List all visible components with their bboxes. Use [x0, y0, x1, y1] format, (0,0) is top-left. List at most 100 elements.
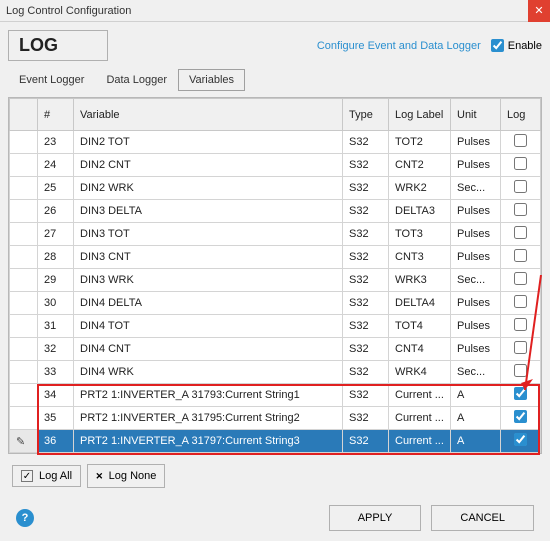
row-log-checkbox[interactable]	[514, 318, 527, 331]
row-unit: Pulses	[451, 292, 501, 315]
row-label: WRK2	[389, 177, 451, 200]
tab-variables[interactable]: Variables	[178, 69, 245, 91]
close-button[interactable]: ✕	[528, 0, 550, 22]
row-type: S32	[343, 200, 389, 223]
row-variable: DIN4 DELTA	[74, 292, 343, 315]
row-log-checkbox[interactable]	[514, 180, 527, 193]
help-button[interactable]: ?	[16, 509, 34, 527]
log-all-label: Log All	[39, 470, 72, 482]
row-unit: Pulses	[451, 154, 501, 177]
table-row[interactable]: 25DIN2 WRKS32WRK2Sec...	[10, 177, 541, 200]
row-marker	[10, 154, 38, 177]
row-number: 25	[38, 177, 74, 200]
cancel-button[interactable]: CANCEL	[431, 505, 534, 531]
row-unit: Pulses	[451, 246, 501, 269]
table-row[interactable]: 26DIN3 DELTAS32DELTA3Pulses	[10, 200, 541, 223]
col-marker	[10, 99, 38, 131]
table-row[interactable]: 24DIN2 CNTS32CNT2Pulses	[10, 154, 541, 177]
row-number: 27	[38, 223, 74, 246]
row-label: WRK4	[389, 361, 451, 384]
col-log[interactable]: Log	[501, 99, 541, 131]
row-log-checkbox[interactable]	[514, 226, 527, 239]
row-type: S32	[343, 361, 389, 384]
enable-checkbox[interactable]	[491, 39, 504, 52]
row-number: 24	[38, 154, 74, 177]
row-label: WRK3	[389, 269, 451, 292]
table-row[interactable]: 35PRT2 1:INVERTER_A 31795:Current String…	[10, 407, 541, 430]
col-number[interactable]: #	[38, 99, 74, 131]
row-variable: DIN2 CNT	[74, 154, 343, 177]
row-label: CNT3	[389, 246, 451, 269]
row-type: S32	[343, 223, 389, 246]
table-row[interactable]: 33DIN4 WRKS32WRK4Sec...	[10, 361, 541, 384]
row-unit: Sec...	[451, 361, 501, 384]
row-log	[501, 407, 541, 430]
row-variable: DIN3 CNT	[74, 246, 343, 269]
table-row[interactable]: 29DIN3 WRKS32WRK3Sec...	[10, 269, 541, 292]
row-variable: PRT2 1:INVERTER_A 31797:Current String3	[74, 430, 343, 453]
log-name-field[interactable]: LOG	[8, 30, 108, 61]
row-number: 30	[38, 292, 74, 315]
row-unit: Pulses	[451, 315, 501, 338]
table-row[interactable]: 23DIN2 TOTS32TOT2Pulses	[10, 131, 541, 154]
row-marker	[10, 223, 38, 246]
row-log-checkbox[interactable]	[514, 157, 527, 170]
table-row[interactable]: 28DIN3 CNTS32CNT3Pulses	[10, 246, 541, 269]
row-type: S32	[343, 154, 389, 177]
row-variable: DIN2 TOT	[74, 131, 343, 154]
table-row[interactable]: 30DIN4 DELTAS32DELTA4Pulses	[10, 292, 541, 315]
col-type[interactable]: Type	[343, 99, 389, 131]
row-marker	[10, 407, 38, 430]
row-number: 33	[38, 361, 74, 384]
row-marker: ✎	[10, 430, 38, 453]
enable-checkbox-wrap[interactable]: Enable	[491, 39, 542, 52]
col-log-label[interactable]: Log Label	[389, 99, 451, 131]
row-log-checkbox[interactable]	[514, 387, 527, 400]
col-unit[interactable]: Unit	[451, 99, 501, 131]
row-log-checkbox[interactable]	[514, 341, 527, 354]
row-variable: DIN3 WRK	[74, 269, 343, 292]
table-row[interactable]: 34PRT2 1:INVERTER_A 31793:Current String…	[10, 384, 541, 407]
row-variable: DIN3 TOT	[74, 223, 343, 246]
row-type: S32	[343, 430, 389, 453]
row-log	[501, 361, 541, 384]
tab-data-logger[interactable]: Data Logger	[95, 69, 178, 91]
row-log-checkbox[interactable]	[514, 134, 527, 147]
row-variable: PRT2 1:INVERTER_A 31793:Current String1	[74, 384, 343, 407]
row-log-checkbox[interactable]	[514, 410, 527, 423]
row-variable: DIN4 CNT	[74, 338, 343, 361]
row-log-checkbox[interactable]	[514, 249, 527, 262]
col-variable[interactable]: Variable	[74, 99, 343, 131]
row-label: Current ...	[389, 407, 451, 430]
row-unit: Pulses	[451, 200, 501, 223]
tab-event-logger[interactable]: Event Logger	[8, 69, 95, 91]
row-unit: Pulses	[451, 223, 501, 246]
row-log-checkbox[interactable]	[514, 272, 527, 285]
row-log	[501, 177, 541, 200]
row-log-checkbox[interactable]	[514, 203, 527, 216]
variables-table: # Variable Type Log Label Unit Log 23DIN…	[9, 98, 541, 453]
row-log	[501, 131, 541, 154]
apply-button[interactable]: APPLY	[329, 505, 422, 531]
row-type: S32	[343, 338, 389, 361]
table-row[interactable]: 32DIN4 CNTS32CNT4Pulses	[10, 338, 541, 361]
log-all-button[interactable]: ✓ Log All	[12, 465, 81, 487]
row-log	[501, 269, 541, 292]
row-marker	[10, 361, 38, 384]
row-log-checkbox[interactable]	[514, 295, 527, 308]
row-number: 36	[38, 430, 74, 453]
row-log-checkbox[interactable]	[514, 364, 527, 377]
row-log	[501, 430, 541, 453]
row-log	[501, 315, 541, 338]
row-type: S32	[343, 384, 389, 407]
table-row[interactable]: ✎36PRT2 1:INVERTER_A 31797:Current Strin…	[10, 430, 541, 453]
enable-label: Enable	[508, 40, 542, 52]
table-row[interactable]: 31DIN4 TOTS32TOT4Pulses	[10, 315, 541, 338]
row-number: 35	[38, 407, 74, 430]
table-row[interactable]: 27DIN3 TOTS32TOT3Pulses	[10, 223, 541, 246]
log-none-button[interactable]: ✕ Log None	[87, 464, 165, 488]
row-type: S32	[343, 315, 389, 338]
row-unit: A	[451, 430, 501, 453]
configure-logger-link[interactable]: Configure Event and Data Logger	[317, 40, 481, 52]
row-log-checkbox[interactable]	[514, 433, 527, 446]
